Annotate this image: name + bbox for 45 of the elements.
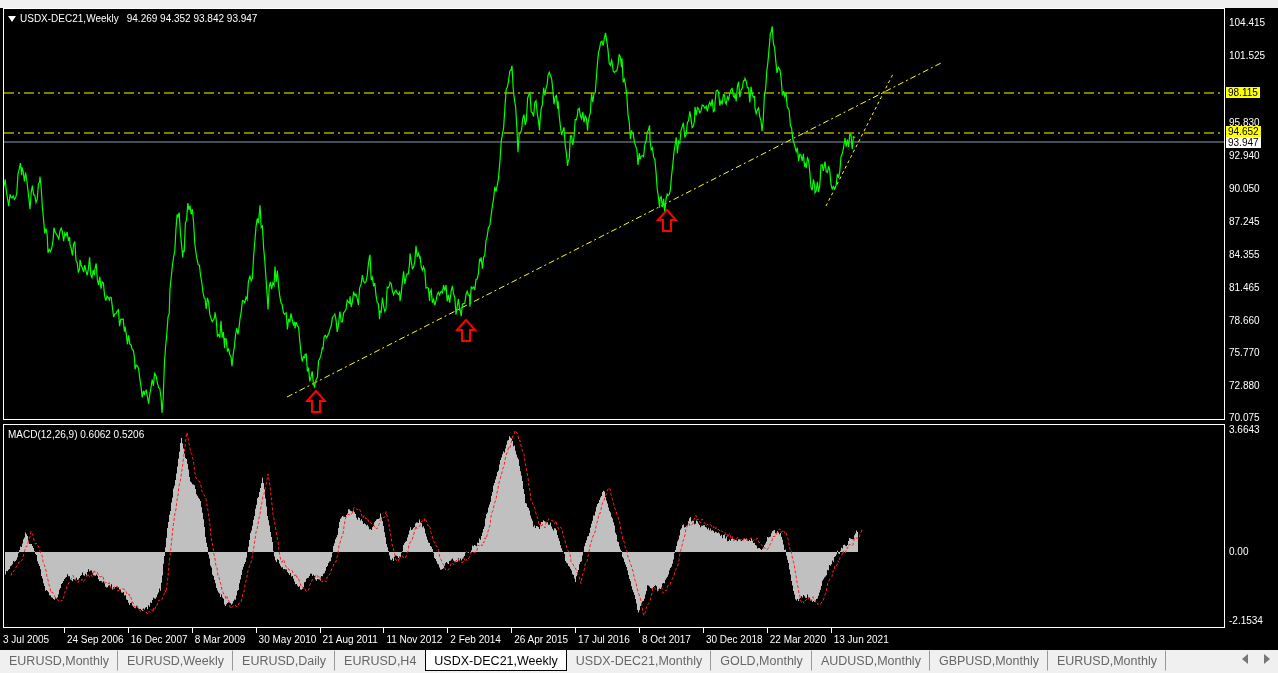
axis-label: 11 Nov 2012 [386,633,443,647]
ohlc-values: 94.269 94.352 93.842 93.947 [126,12,258,26]
chart-tab[interactable]: USDX-DEC21,Monthly [566,650,712,671]
chart-tab[interactable]: EURUSD,Monthly [0,650,119,671]
price-label: 98.115 [1226,87,1260,98]
axis-label: 24 Sep 2006 [66,633,124,647]
axis-label: 3.6643 [1229,424,1260,435]
axis-label: 8 Oct 2017 [642,633,691,647]
axis-label: 87.245 [1229,216,1260,227]
chart-tab[interactable]: AUDUSD,Monthly [811,650,930,671]
axis-label: 70.075 [1229,412,1260,423]
axis-label: 22 Mar 2020 [769,633,826,647]
axis-label: 78.660 [1229,315,1260,326]
chart-tab[interactable]: EURUSD,Daily [233,650,336,671]
axis-label: 3 Jul 2005 [3,633,50,647]
axis-label: 8 Mar 2009 [194,633,246,647]
price-label: 94.652 [1226,126,1261,137]
axis-label: 104.415 [1229,17,1266,28]
indicator-title: MACD(12,26,9) 0.6062 0.5206 [8,428,145,442]
axis-label: 30 May 2010 [258,633,317,647]
axis-label: 101.525 [1229,50,1266,61]
chart-symbol: USDX-DEC21,Weekly [20,12,119,26]
axis-label: 13 Jun 2021 [833,633,889,647]
axis-label: 21 Aug 2011 [322,633,378,647]
axis-label: 90.050 [1229,183,1260,194]
chart-tab[interactable]: GOLD,Monthly [711,650,812,671]
axis-label: 26 Apr 2015 [514,633,569,647]
chart-tab[interactable]: GBPUSD,Monthly [929,650,1048,671]
chart-tab[interactable]: EURUSD,Monthly [1047,650,1166,671]
axis-label: -2.1534 [1229,615,1263,626]
axis-label: 92.940 [1229,150,1260,161]
axis-label: 0.00 [1229,546,1249,557]
axis-label: 17 Jul 2016 [578,633,630,647]
chart-tab[interactable]: EURUSD,Weekly [118,650,234,671]
axis-label: 95.830 [1229,117,1260,128]
axis-label: 81.465 [1229,282,1260,293]
axis-label: 16 Dec 2007 [130,633,188,647]
axis-label: 2 Feb 2014 [450,633,501,647]
axis-label: 75.770 [1229,347,1260,358]
axis-label: 72.880 [1229,380,1260,391]
price-label: 93.947 [1226,137,1261,148]
axis-label: 30 Dec 2018 [705,633,763,647]
chart-tab[interactable]: USDX-DEC21,Weekly [425,650,567,671]
chart-tab[interactable]: EURUSD,H4 [335,650,426,671]
axis-label: 84.355 [1229,249,1260,260]
